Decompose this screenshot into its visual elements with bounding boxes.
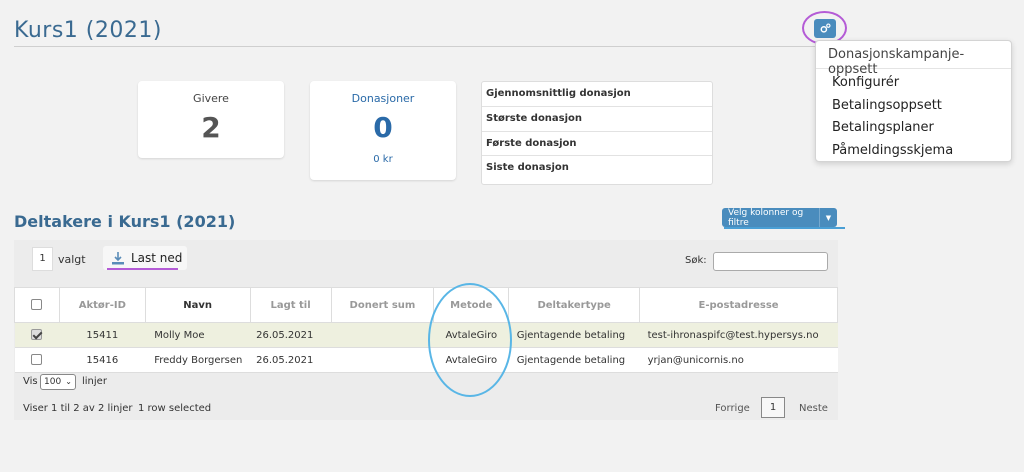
cell-name: Freddy Borgersen xyxy=(145,347,251,373)
menu-item-signup-form[interactable]: Påmeldingsskjema xyxy=(816,140,1011,163)
search-input[interactable] xyxy=(713,252,828,271)
selected-label: valgt xyxy=(58,253,86,266)
info-largest: Største donasjon xyxy=(482,107,712,132)
column-header[interactable]: Aktør-ID xyxy=(58,287,146,323)
menu-item-payment-setup[interactable]: Betalingsoppsett xyxy=(816,95,1011,118)
cell-email: yrjan@unicornis.no xyxy=(639,347,838,373)
columns-filter-label: Velg kolonner og filtre xyxy=(728,207,804,228)
chevron-down-icon: ⌄ xyxy=(65,377,72,386)
rows-label: linjer xyxy=(82,376,107,387)
menu-item-configure[interactable]: Konfigurér xyxy=(816,72,1011,95)
donations-amount: 0 kr xyxy=(373,154,393,165)
section-title: Deltakere i Kurs1 (2021) xyxy=(14,212,236,231)
info-average: Gjennomsnittlig donasjon xyxy=(482,82,712,107)
cell-donated xyxy=(331,322,434,348)
settings-button[interactable] xyxy=(814,19,836,38)
info-first: Første donasjon xyxy=(482,132,712,157)
title-divider xyxy=(14,46,828,47)
page-size-select[interactable]: 100 ⌄ xyxy=(40,374,76,390)
select-all-checkbox[interactable] xyxy=(31,299,43,311)
donations-label: Donasjoner xyxy=(351,92,415,105)
selected-count: 1 xyxy=(32,247,53,271)
column-header[interactable]: E-postadresse xyxy=(639,287,838,323)
cell-type: Gjentagende betaling xyxy=(508,322,640,348)
participants-table: Aktør-ID Navn Lagt til Donert sum Metode… xyxy=(14,287,838,373)
download-button[interactable]: Last ned xyxy=(103,246,187,270)
gears-icon xyxy=(820,23,831,33)
cell-added: 26.05.2021 xyxy=(250,322,332,348)
settings-dropdown: Donasjonskampanje-oppsett Konfigurér Bet… xyxy=(815,40,1012,162)
table-row[interactable]: 15416 Freddy Borgersen 26.05.2021 Avtale… xyxy=(14,347,838,373)
select-all-header xyxy=(14,287,60,323)
column-header[interactable]: Donert sum xyxy=(330,287,435,323)
cell-type: Gjentagende betaling xyxy=(508,347,640,373)
info-last: Siste donasjon xyxy=(486,162,569,174)
column-header[interactable]: Lagt til xyxy=(249,287,332,323)
dropdown-header: Donasjonskampanje-oppsett xyxy=(828,47,965,77)
highlight-ring xyxy=(428,283,512,397)
column-header[interactable]: Deltakertype xyxy=(508,287,641,323)
cell-added: 26.05.2021 xyxy=(250,347,332,373)
page-title: Kurs1 (2021) xyxy=(14,18,162,43)
donation-info-table: Gjennomsnittlig donasjon Største donasjo… xyxy=(481,81,713,185)
givers-card: Givere 2 xyxy=(138,81,284,158)
show-label: Vis xyxy=(23,376,38,387)
menu-item-payment-plans[interactable]: Betalingsplaner xyxy=(816,117,1011,140)
search-label: Søk: xyxy=(685,255,707,266)
row-select-cell xyxy=(14,347,60,373)
highlight-underline xyxy=(107,268,178,270)
pagination-prev[interactable]: Forrige xyxy=(715,403,750,414)
pagination-next[interactable]: Neste xyxy=(799,403,828,414)
givers-label: Givere xyxy=(193,92,229,105)
table-row[interactable]: 15411 Molly Moe 26.05.2021 AvtaleGiro Gj… xyxy=(14,322,838,348)
table-info: Viser 1 til 2 av 2 linjer xyxy=(23,403,133,414)
caret-down-icon[interactable]: ▼ xyxy=(819,208,837,227)
selection-info: 1 row selected xyxy=(138,403,212,414)
donations-card: Donasjoner 0 0 kr xyxy=(310,81,456,180)
highlight-underline xyxy=(724,227,845,229)
row-checkbox[interactable] xyxy=(31,329,43,341)
donations-value: 0 xyxy=(373,111,393,144)
page-size-value: 100 xyxy=(44,377,62,387)
download-label: Last ned xyxy=(131,251,183,265)
download-icon xyxy=(112,252,124,265)
column-header[interactable]: Navn xyxy=(144,287,251,323)
givers-value: 2 xyxy=(201,111,221,144)
row-select-cell xyxy=(14,322,60,348)
row-checkbox[interactable] xyxy=(31,354,43,366)
pagination-page[interactable]: 1 xyxy=(761,397,785,418)
cell-id: 15411 xyxy=(59,322,146,348)
columns-filter-button[interactable]: Velg kolonner og filtre ▼ xyxy=(722,207,837,228)
cell-email: test-ihronaspifc@test.hypersys.no xyxy=(639,322,838,348)
cell-id: 15416 xyxy=(59,347,146,373)
cell-donated xyxy=(331,347,434,373)
cell-name: Molly Moe xyxy=(145,322,251,348)
